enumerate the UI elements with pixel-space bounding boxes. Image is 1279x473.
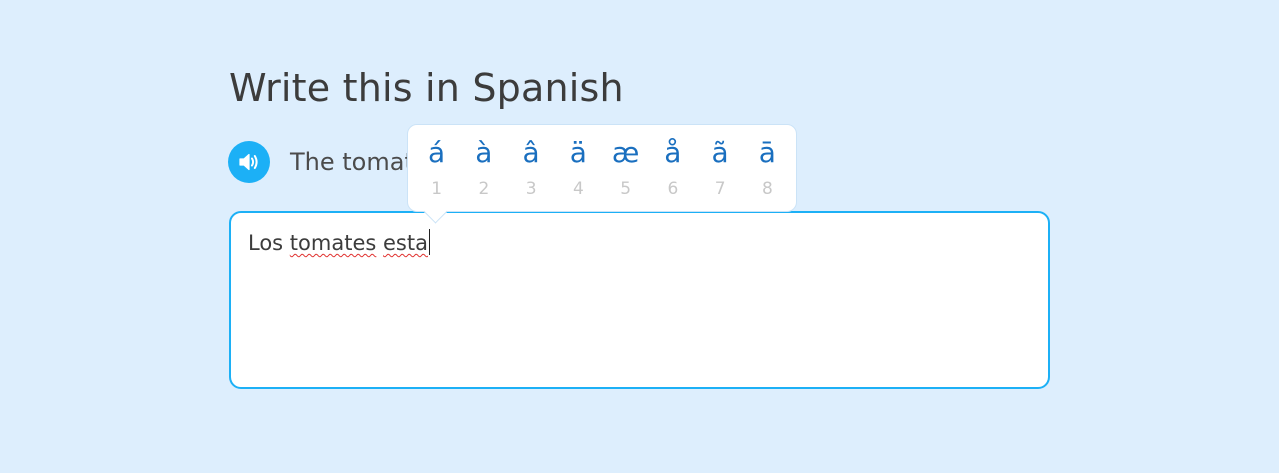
answer-word: Los [248, 231, 290, 255]
accent-shortcut-number: 3 [525, 179, 537, 199]
accent-key[interactable]: ã 7 [697, 125, 744, 211]
accent-key[interactable]: ā 8 [744, 125, 791, 211]
accent-char: ã [711, 136, 729, 169]
accent-key[interactable]: à 2 [460, 125, 507, 211]
accent-char: â [522, 136, 540, 169]
answer-word [376, 231, 383, 255]
page-title: Write this in Spanish [229, 66, 624, 110]
answer-textarea[interactable]: Los tomates esta [229, 211, 1050, 389]
accent-shortcut-number: 2 [478, 179, 490, 199]
accent-key[interactable]: â 3 [508, 125, 555, 211]
accent-key[interactable]: å 6 [649, 125, 696, 211]
prompt-sentence: The tomat [290, 148, 414, 176]
accent-char: á [428, 136, 446, 169]
accent-char: ä [569, 136, 587, 169]
answer-word-misspelled: tomates [289, 231, 377, 255]
answer-text: Los tomates esta [248, 228, 1031, 258]
accent-shortcut-number: 8 [761, 179, 773, 199]
accent-shortcut-number: 1 [431, 179, 443, 199]
accent-char: å [664, 136, 682, 169]
accent-shortcut-number: 5 [620, 179, 632, 199]
accent-key[interactable]: æ 5 [602, 125, 649, 211]
accent-shortcut-number: 7 [714, 179, 726, 199]
accent-key[interactable]: ä 4 [555, 125, 602, 211]
accent-picker-popup: á 1 à 2 â 3 ä 4 æ 5 å 6 ã 7 ā 8 [407, 124, 797, 224]
accent-char: æ [611, 136, 640, 169]
accent-shortcut-number: 6 [667, 179, 679, 199]
accent-shortcut-number: 4 [572, 179, 584, 199]
accent-char: à [475, 136, 493, 169]
speaker-icon [239, 153, 258, 171]
text-caret [428, 229, 431, 255]
accent-key[interactable]: á 1 [413, 125, 460, 211]
answer-word-misspelled: esta [383, 231, 428, 255]
play-audio-button[interactable] [228, 141, 270, 183]
accent-char: ā [758, 136, 776, 169]
